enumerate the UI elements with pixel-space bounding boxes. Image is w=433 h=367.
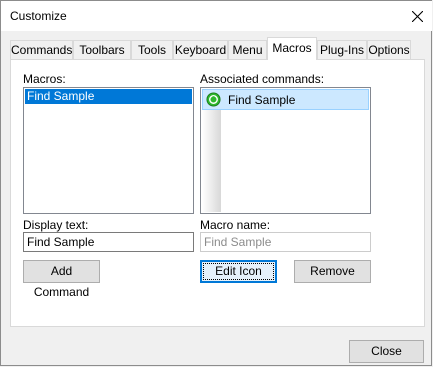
macros-label: Macros:	[23, 72, 66, 86]
associated-command-item[interactable]: Find Sample	[202, 89, 369, 110]
tab-plug-ins[interactable]: Plug-Ins	[317, 40, 367, 59]
associated-command-label: Find Sample	[228, 93, 296, 107]
display-text-label: Display text:	[23, 218, 89, 232]
associated-commands-list[interactable]: Find Sample	[200, 87, 371, 214]
close-icon	[411, 10, 423, 22]
macros-list-item[interactable]: Find Sample	[25, 89, 192, 104]
tab-menu[interactable]: Menu	[228, 40, 267, 59]
tab-toolbars[interactable]: Toolbars	[73, 40, 131, 59]
green-circle-icon	[206, 92, 221, 107]
macro-name-field[interactable]: Find Sample	[200, 232, 371, 252]
close-window-button[interactable]	[403, 3, 431, 29]
remove-button[interactable]: Remove	[294, 260, 371, 283]
add-command-button[interactable]: Add Command	[23, 260, 100, 299]
dialog-title: Customize	[10, 9, 67, 23]
display-text-field[interactable]: Find Sample	[23, 232, 194, 252]
tab-macros[interactable]: Macros	[267, 37, 317, 60]
macro-name-label: Macro name:	[200, 218, 271, 232]
close-button[interactable]: Close	[349, 340, 424, 363]
tab-keyboard[interactable]: Keyboard	[173, 40, 228, 59]
tab-tools[interactable]: Tools	[131, 40, 173, 59]
tab-options[interactable]: Options	[367, 40, 411, 59]
associated-commands-label: Associated commands:	[200, 72, 325, 86]
customize-dialog: Customize Commands Toolbars Tools Keyboa…	[0, 0, 432, 366]
edit-icon-button[interactable]: Edit Icon	[200, 260, 277, 283]
macros-list[interactable]: Find Sample	[23, 87, 194, 214]
focus-rectangle	[203, 263, 274, 280]
title-bar: Customize	[1, 1, 432, 31]
tab-commands[interactable]: Commands	[10, 40, 73, 59]
